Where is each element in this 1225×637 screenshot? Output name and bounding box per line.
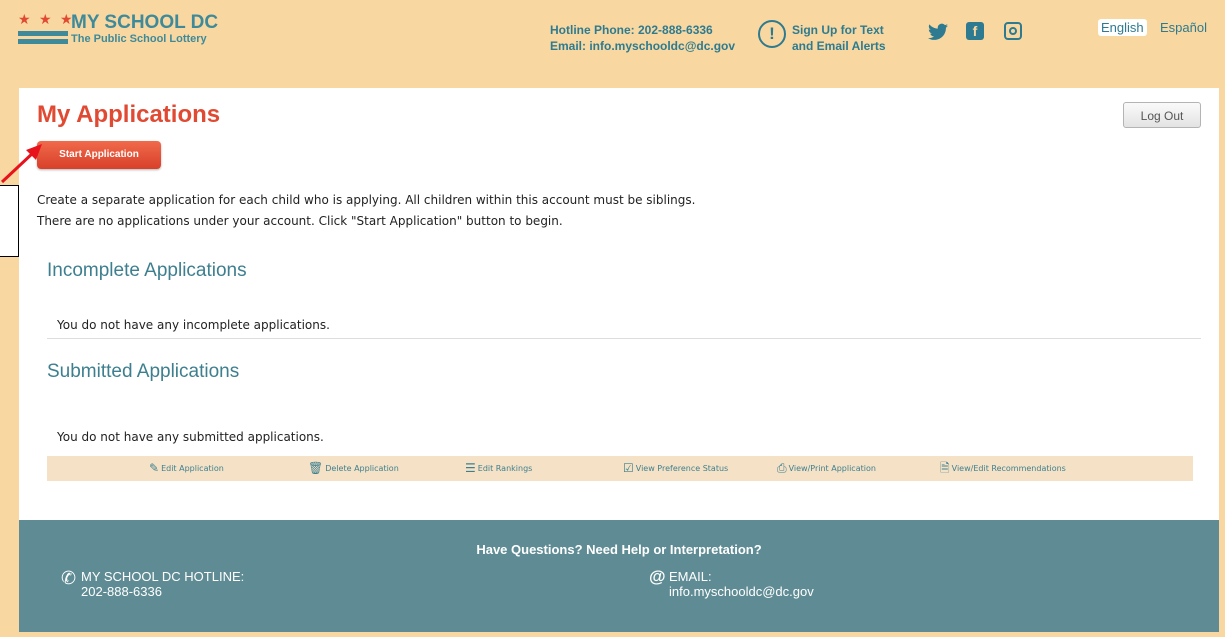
intro-line-1: Create a separate application for each c… [37, 193, 696, 207]
legend-label: Delete Application [325, 463, 399, 473]
view-print-application-legend: ⎙ View/Print Application [777, 462, 876, 474]
footer-question: Have Questions? Need Help or Interpretat… [476, 542, 762, 557]
alerts-line1: Sign Up for Text [792, 23, 884, 37]
legend-label: View/Print Application [788, 463, 876, 473]
trash-icon: 🗑 [308, 461, 324, 475]
section-divider [47, 338, 1201, 339]
footer-email: @ EMAIL: info.myschooldc@dc.gov [649, 567, 814, 599]
page-title: My Applications [37, 101, 221, 128]
view-edit-recommendations-legend: 🗎 View/Edit Recommendations [940, 462, 1066, 474]
header-email[interactable]: Email: info.myschooldc@dc.gov [550, 38, 735, 54]
incomplete-heading: Incomplete Applications [47, 260, 247, 281]
site-header: ★ ★ ★ MY SCHOOL DC The Public School Lot… [0, 0, 1225, 86]
printer-icon: ⎙ [777, 461, 787, 475]
legend-label: View/Edit Recommendations [951, 463, 1066, 473]
incomplete-empty-message: You do not have any incomplete applicati… [57, 318, 330, 332]
logo-stars: ★ ★ ★ [18, 12, 75, 28]
email-icon: @ [649, 567, 666, 586]
hotline-number[interactable]: 202-888-6336 [81, 584, 244, 599]
submitted-empty-message: You do not have any submitted applicatio… [57, 430, 324, 444]
delete-application-legend: 🗑 Delete Application [308, 462, 399, 474]
intro-text: Create a separate application for each c… [37, 190, 695, 232]
legend-label: Edit Rankings [477, 463, 533, 473]
site-footer: Have Questions? Need Help or Interpretat… [19, 520, 1219, 632]
footer-hotline: ✆ MY SCHOOL DC HOTLINE: 202-888-6336 [61, 569, 244, 599]
email-address[interactable]: info.myschooldc@dc.gov [669, 584, 814, 599]
document-icon: 🗎 [940, 461, 950, 475]
logo-title: MY SCHOOL DC [71, 12, 219, 33]
list-icon: ☰ [465, 461, 476, 475]
legend-label: Edit Application [161, 463, 224, 473]
hotline-label: MY SCHOOL DC HOTLINE: [81, 569, 245, 584]
hotline-phone: Hotline Phone: 202-888-6336 [550, 23, 713, 37]
alert-icon[interactable]: ! [758, 20, 786, 48]
phone-icon: ✆ [61, 568, 77, 588]
annotation-arrow-icon [0, 144, 42, 184]
logo-stripe [18, 31, 68, 36]
header-contact: Hotline Phone: 202-888-6336 Email: info.… [550, 22, 735, 54]
edit-application-legend: ✎ Edit Application [149, 462, 224, 474]
language-english[interactable]: English [1098, 19, 1147, 36]
annotation-callout-box [0, 185, 19, 257]
alerts-signup-link[interactable]: Sign Up for Text and Email Alerts [792, 22, 886, 54]
logo-subtitle: The Public School Lottery [71, 33, 207, 45]
twitter-icon[interactable] [928, 23, 948, 41]
logo-stripe [18, 39, 68, 44]
facebook-icon[interactable]: f [966, 22, 984, 40]
legend-label: View Preference Status [635, 463, 729, 473]
alerts-line2: and Email Alerts [792, 39, 886, 53]
edit-icon: ✎ [149, 461, 160, 475]
language-spanish[interactable]: Español [1160, 20, 1207, 35]
intro-line-2: There are no applications under your acc… [37, 214, 563, 228]
site-logo[interactable]: ★ ★ ★ MY SCHOOL DC The Public School Lot… [18, 13, 258, 53]
view-preference-status-legend: ☑ View Preference Status [623, 462, 728, 474]
submitted-heading: Submitted Applications [47, 361, 240, 382]
applications-panel: My Applications Start Application Log Ou… [19, 88, 1219, 520]
checkbox-icon: ☑ [623, 461, 634, 475]
edit-rankings-legend: ☰ Edit Rankings [465, 462, 532, 474]
email-label: EMAIL: [669, 569, 712, 584]
legend-action-bar: ✎ Edit Application 🗑 Delete Application … [47, 456, 1193, 481]
instagram-icon[interactable] [1004, 22, 1022, 40]
logout-button[interactable]: Log Out [1123, 102, 1201, 128]
